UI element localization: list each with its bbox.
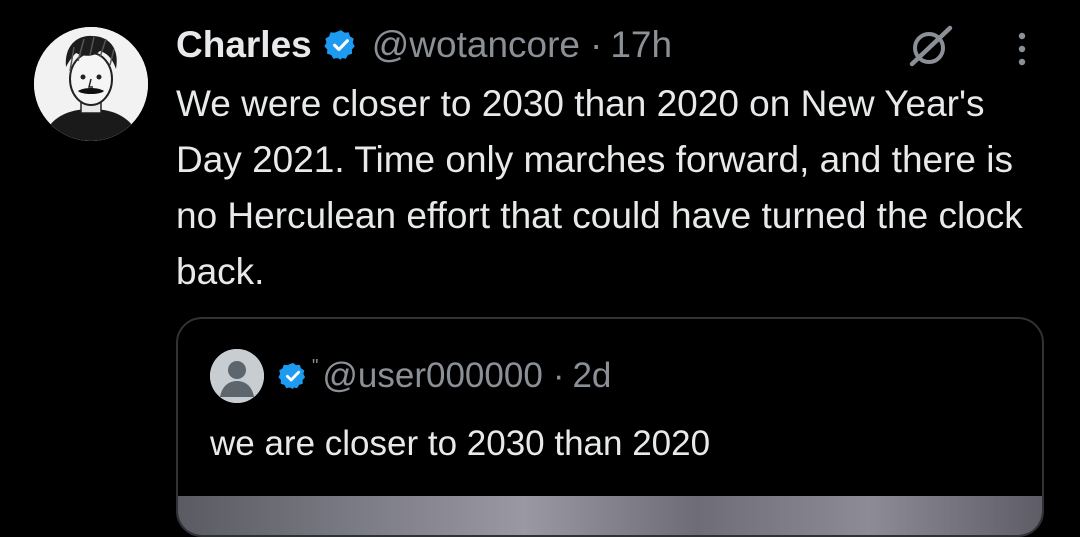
verified-badge-icon[interactable] [324, 28, 358, 62]
tweet-body-text: We were closer to 2030 than 2020 on New … [176, 83, 1023, 292]
separator-dot: · [552, 356, 565, 395]
quoted-tweet-card[interactable]: " @user000000 · 2d we are closer to 2030… [176, 317, 1044, 537]
author-display-name[interactable]: Charles [176, 24, 312, 66]
quoted-tweet-timestamp[interactable]: 2d [572, 356, 611, 396]
author-avatar[interactable] [34, 27, 148, 141]
sketch-portrait-avatar-icon [34, 27, 148, 141]
tweet-header: Charles @wotancore · 17h [176, 22, 672, 68]
author-handle[interactable]: @wotancore [372, 24, 580, 66]
quoted-author-handle[interactable]: @user000000 [322, 356, 542, 396]
separator-dot: · [590, 24, 603, 65]
quoted-tweet-media[interactable] [178, 496, 1042, 535]
verified-badge-icon[interactable] [278, 361, 308, 391]
default-user-avatar-icon[interactable] [210, 349, 264, 403]
tweet-timestamp[interactable]: 17h [610, 24, 672, 66]
more-vertical-icon[interactable] [1012, 26, 1032, 72]
quoted-tweet-header: " @user000000 · 2d [210, 349, 611, 403]
quote-mark: " [312, 355, 319, 376]
quoted-tweet-body-text: we are closer to 2030 than 2020 [210, 424, 711, 463]
grok-slash-icon[interactable] [904, 24, 958, 68]
